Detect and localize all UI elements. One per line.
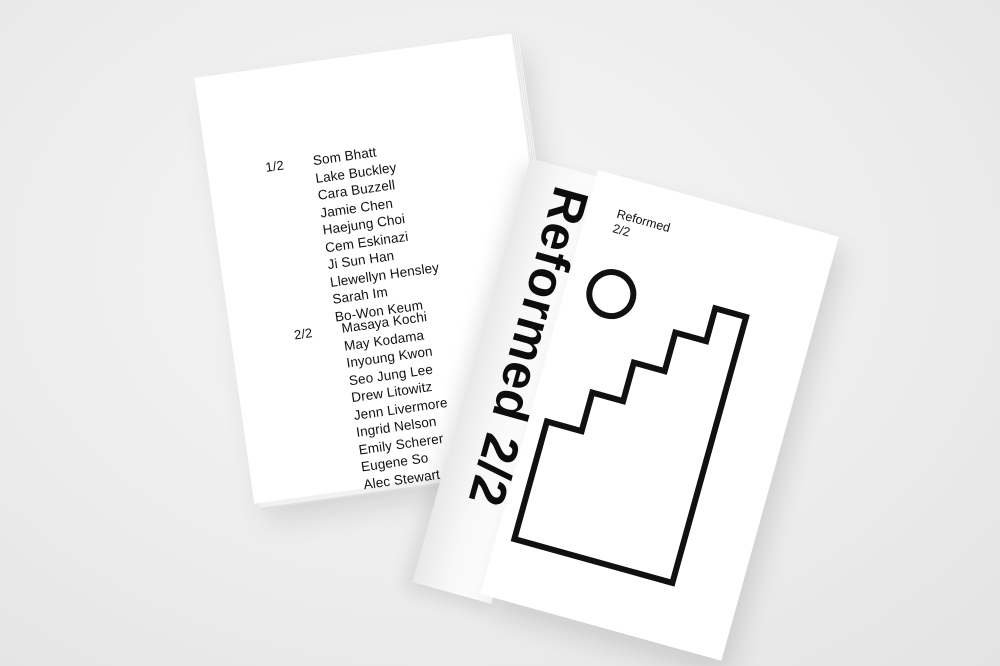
circle-shape [586,269,637,320]
photo-scene: 1/2 Som Bhatt Lake Buckley Cara Buzzell … [0,0,1000,666]
book-front: Reformed 2/2 Reformed 2/2 [0,0,1000,666]
cover-title-block: Reformed 2/2 [611,207,672,251]
